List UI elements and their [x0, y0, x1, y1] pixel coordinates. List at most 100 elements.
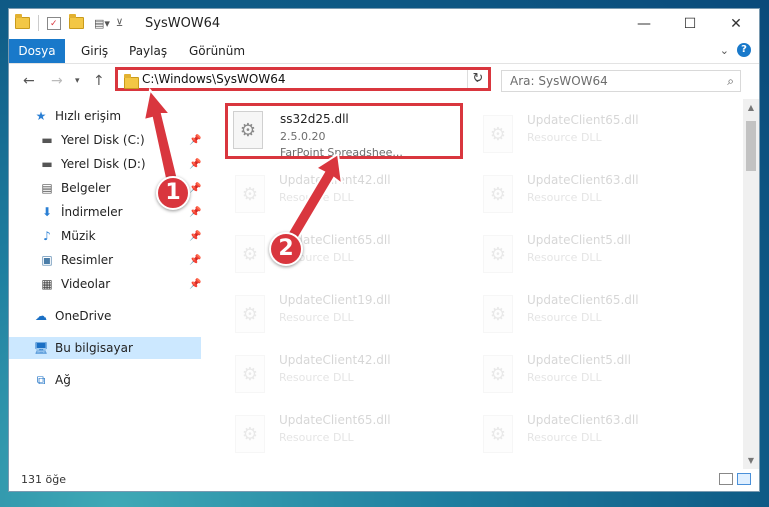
- forward-arrow-icon[interactable]: →: [51, 73, 63, 89]
- cloud-icon: ☁: [35, 309, 47, 323]
- tab-share[interactable]: Paylaş: [129, 39, 167, 63]
- file-type: Resource DLL: [527, 251, 602, 264]
- file-name: UpdateClient63.dll: [527, 173, 639, 187]
- divider: [38, 15, 39, 31]
- file-type: Resource DLL: [527, 191, 602, 204]
- tab-home[interactable]: Giriş: [81, 39, 108, 63]
- gear-file-icon: ⚙: [235, 415, 265, 453]
- tiles-view-icon[interactable]: [737, 473, 751, 485]
- search-placeholder: Ara: SysWOW64: [510, 74, 608, 88]
- sidebar-item-videos[interactable]: ▦ Videolar 📌: [39, 273, 209, 295]
- gear-file-icon: ⚙: [483, 115, 513, 153]
- file-item[interactable]: ⚙ UpdateClient42.dll Resource DLL: [227, 347, 457, 403]
- details-view-icon[interactable]: [719, 473, 733, 485]
- folder-icon: [124, 74, 139, 89]
- sidebar-item-music[interactable]: ♪ Müzik 📌: [39, 225, 209, 247]
- sidebar-item-onedrive[interactable]: ☁ OneDrive: [33, 305, 209, 327]
- search-icon[interactable]: ⌕: [727, 74, 734, 89]
- callout-badge-2: 2: [269, 232, 303, 266]
- callout-badge-1: 1: [156, 176, 190, 210]
- gear-file-icon: ⚙: [235, 355, 265, 393]
- gear-file-icon: ⚙: [235, 235, 265, 273]
- file-item[interactable]: ⚙ UpdateClient5.dll Resource DLL: [475, 347, 705, 403]
- refresh-icon[interactable]: ↻: [467, 70, 488, 88]
- back-arrow-icon[interactable]: ←: [23, 73, 35, 89]
- sidebar-item-label: Resimler: [61, 253, 114, 267]
- gear-file-icon: ⚙: [483, 415, 513, 453]
- gear-file-icon: ⚙: [483, 175, 513, 213]
- sidebar-item-pictures[interactable]: ▣ Resimler 📌: [39, 249, 209, 271]
- file-name: UpdateClient63.dll: [527, 413, 639, 427]
- navigation-bar: ← → ▾ ↑ C:\Windows\SysWOW64 ⌄ ↻ Ara: Sys…: [9, 64, 759, 98]
- sidebar-item-network[interactable]: ⧉ Ağ: [33, 369, 209, 391]
- scroll-up-icon[interactable]: ▲: [743, 103, 759, 112]
- pin-icon[interactable]: 📌: [189, 231, 201, 242]
- close-button[interactable]: ✕: [713, 9, 759, 39]
- file-item[interactable]: ⚙ UpdateClient63.dll Resource DLL: [475, 167, 705, 223]
- help-icon[interactable]: ?: [737, 43, 751, 57]
- explorer-window: ✓ ▤▾ ⊻ SysWOW64 — ☐ ✕ Dosya Giriş Paylaş…: [8, 8, 760, 492]
- vertical-scrollbar[interactable]: ▲ ▼: [743, 99, 759, 469]
- computer-icon: 🖥: [33, 341, 49, 355]
- file-name: UpdateClient65.dll: [527, 293, 639, 307]
- file-type: Resource DLL: [527, 311, 602, 324]
- tab-file[interactable]: Dosya: [9, 39, 65, 63]
- file-item[interactable]: ⚙ UpdateClient63.dll Resource DLL: [475, 407, 705, 463]
- quick-access-toolbar: ✓ ▤▾ ⊻: [15, 14, 123, 31]
- file-item[interactable]: ⚙ UpdateClient5.dll Resource DLL: [475, 227, 705, 283]
- gear-file-icon: ⚙: [483, 355, 513, 393]
- network-icon: ⧉: [36, 372, 46, 387]
- file-item[interactable]: ⚙ UpdateClient65.dll Resource DLL: [227, 407, 457, 463]
- properties-icon[interactable]: ✓: [47, 16, 61, 30]
- file-name: UpdateClient5.dll: [527, 353, 631, 367]
- window-title: SysWOW64: [145, 16, 221, 31]
- document-icon: ▤: [41, 181, 53, 195]
- title-bar: ✓ ▤▾ ⊻ SysWOW64 — ☐ ✕: [9, 9, 759, 39]
- expand-ribbon-icon[interactable]: ⌄: [720, 44, 729, 57]
- tab-view[interactable]: Görünüm: [189, 39, 245, 63]
- address-path[interactable]: C:\Windows\SysWOW64: [142, 72, 286, 86]
- file-item[interactable]: ⚙ UpdateClient65.dll Resource DLL: [475, 287, 705, 343]
- file-name: UpdateClient65.dll: [279, 413, 391, 427]
- status-bar: 131 öğe: [9, 469, 759, 491]
- pin-icon[interactable]: 📌: [189, 255, 201, 266]
- file-version: 2.5.0.20: [280, 130, 326, 143]
- picture-icon: ▣: [41, 253, 53, 267]
- sidebar-item-label: Videolar: [61, 277, 111, 291]
- music-icon: ♪: [43, 229, 51, 243]
- scroll-down-icon[interactable]: ▼: [743, 456, 759, 465]
- recent-locations-icon[interactable]: ▾: [75, 76, 80, 86]
- pin-icon[interactable]: 📌: [189, 207, 201, 218]
- search-input[interactable]: Ara: SysWOW64 ⌕: [501, 70, 741, 92]
- pin-icon[interactable]: 📌: [189, 279, 201, 290]
- sidebar-item-this-pc[interactable]: 🖥 Bu bilgisayar: [9, 337, 201, 359]
- new-folder-icon[interactable]: [69, 14, 84, 29]
- file-name: UpdateClient5.dll: [527, 233, 631, 247]
- chevron-down-icon[interactable]: ⊻: [116, 18, 123, 29]
- file-item[interactable]: ⚙ UpdateClient19.dll Resource DLL: [227, 287, 457, 343]
- file-item[interactable]: ⚙ UpdateClient65.dll Resource DLL: [475, 107, 705, 163]
- gear-file-icon: ⚙: [483, 295, 513, 333]
- sidebar-item-label: Ağ: [55, 373, 71, 387]
- gear-file-icon: ⚙: [235, 175, 265, 213]
- file-type: Resource DLL: [527, 431, 602, 444]
- gear-file-icon: ⚙: [233, 111, 263, 149]
- minimize-button[interactable]: —: [621, 9, 667, 39]
- up-arrow-icon[interactable]: ↑: [93, 73, 105, 89]
- item-count: 131 öğe: [21, 473, 66, 486]
- file-type: Resource DLL: [527, 131, 602, 144]
- sidebar-item-label: Belgeler: [61, 181, 111, 195]
- file-name: UpdateClient42.dll: [279, 353, 391, 367]
- file-name: UpdateClient19.dll: [279, 293, 391, 307]
- film-icon: ▦: [41, 277, 53, 291]
- maximize-button[interactable]: ☐: [667, 9, 713, 39]
- customize-toolbar-icon[interactable]: ▤▾: [94, 17, 110, 30]
- gear-file-icon: ⚙: [235, 295, 265, 333]
- file-type: Resource DLL: [279, 431, 354, 444]
- sidebar-item-label: Yerel Disk (D:): [61, 157, 146, 171]
- sidebar-item-label: OneDrive: [55, 309, 112, 323]
- star-icon: ★: [35, 109, 47, 123]
- ribbon-tabs: Dosya Giriş Paylaş Görünüm ⌄ ?: [9, 39, 759, 64]
- scrollbar-thumb[interactable]: [746, 121, 756, 171]
- drive-icon: ▬: [41, 157, 53, 171]
